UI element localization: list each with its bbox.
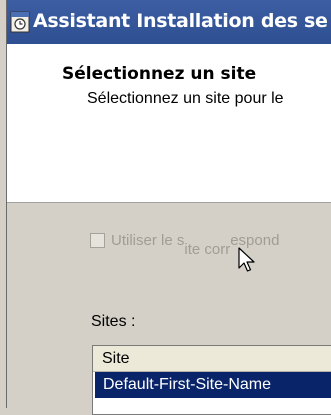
wizard-icon	[10, 11, 30, 33]
wizard-header: Sélectionnez un site Sélectionnez un sit…	[7, 44, 331, 203]
checkbox-label-start: Utiliser le s	[111, 232, 185, 249]
page-title: Sélectionnez un site	[62, 64, 257, 84]
page-subtitle: Sélectionnez un site pour le	[87, 90, 284, 107]
use-corresponding-site-checkbox[interactable]	[90, 233, 105, 248]
window-title: Assistant Installation des se	[33, 10, 328, 32]
mouse-pointer-icon	[238, 247, 255, 272]
sites-list[interactable]: Site Default-First-Site-Name	[92, 345, 331, 415]
site-column-header[interactable]: Site	[93, 346, 331, 372]
list-item[interactable]: Default-First-Site-Name	[95, 372, 331, 398]
sites-label: Sites :	[91, 313, 136, 330]
title-bar[interactable]: Assistant Installation des se	[7, 0, 331, 44]
checkbox-label-middle: ite corr	[184, 241, 231, 258]
